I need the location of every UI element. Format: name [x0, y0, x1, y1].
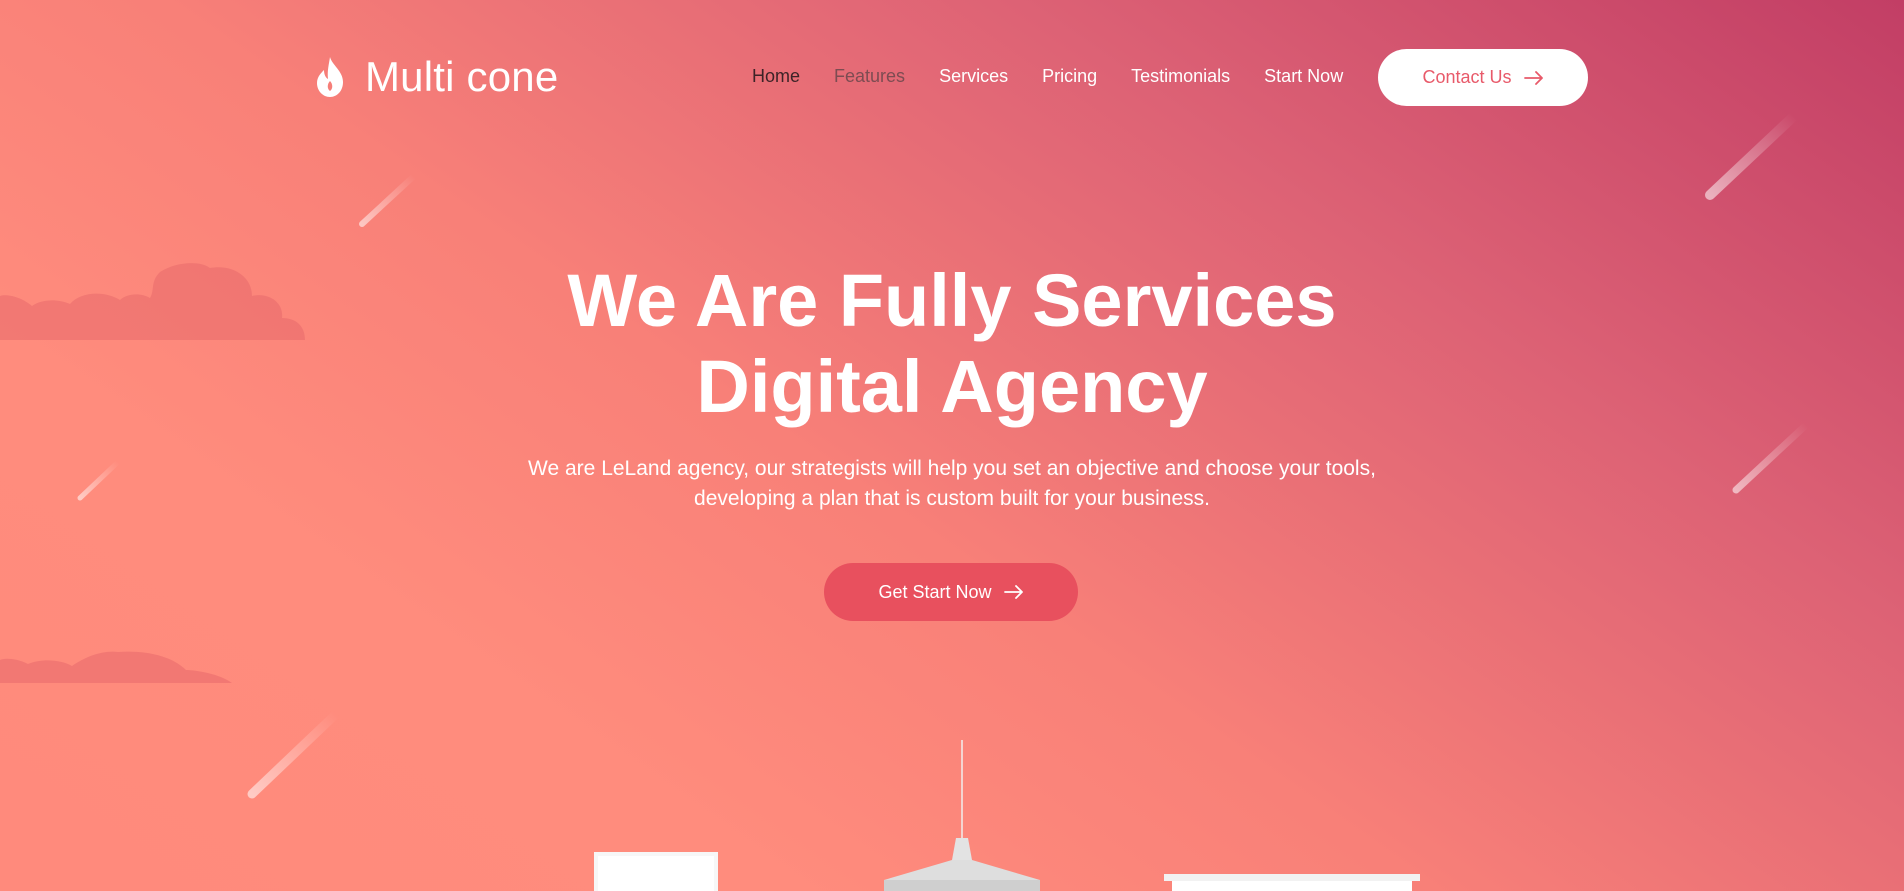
hero-title-line-1: We Are Fully Services	[567, 259, 1337, 342]
nav-item-home[interactable]: Home	[752, 64, 800, 88]
cloud-bottom-left	[0, 651, 232, 683]
arrow-right-icon	[1003, 585, 1023, 599]
nav-item-pricing[interactable]: Pricing	[1042, 64, 1097, 88]
nav-item-start-now[interactable]: Start Now	[1264, 64, 1343, 88]
flame-icon	[317, 57, 343, 97]
room-illustration	[594, 740, 1420, 891]
nav-item-testimonials[interactable]: Testimonials	[1131, 64, 1230, 88]
cloud-top-left	[0, 263, 305, 340]
arrow-right-icon	[1523, 70, 1543, 85]
hero-subtitle: We are LeLand agency, our strategists wi…	[502, 454, 1402, 514]
contact-us-button[interactable]: Contact Us	[1378, 49, 1588, 106]
get-start-now-label: Get Start Now	[878, 581, 992, 602]
main-nav: Home Features Services Pricing Testimoni…	[752, 64, 1377, 88]
hero-title-line-2: Digital Agency	[696, 345, 1208, 428]
get-start-now-button[interactable]: Get Start Now	[824, 563, 1078, 621]
contact-us-label: Contact Us	[1422, 67, 1512, 87]
nav-item-features[interactable]: Features	[834, 64, 905, 88]
hero-title: We Are Fully Services Digital Agency	[452, 258, 1452, 430]
hero-subtitle-line-2: developing a plan that is custom built f…	[694, 487, 1210, 510]
brand-logo[interactable]: Multi cone	[313, 52, 558, 102]
hero-subtitle-line-1: We are LeLand agency, our strategists wi…	[528, 457, 1376, 480]
site-header: Multi cone Home Features Services Pricin…	[0, 0, 1904, 160]
nav-item-services[interactable]: Services	[939, 64, 1008, 88]
brand-name: Multi cone	[365, 53, 559, 100]
